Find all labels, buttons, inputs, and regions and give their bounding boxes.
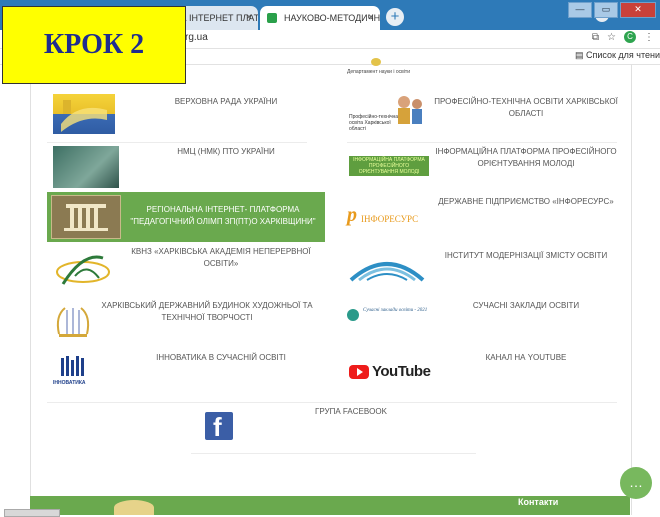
tab-nmc[interactable]: НАУКОВО-МЕТОДИЧНИЙ ЦЕН × xyxy=(260,6,380,30)
menu-icon[interactable]: ⋮ xyxy=(644,32,654,43)
modern-schools-logo-text: Сучасні заклади освіти - 2021 xyxy=(363,308,428,313)
url-text[interactable]: rg.ua xyxy=(185,32,208,43)
department-label: Департамент науки і освіти xyxy=(347,69,410,75)
status-bar-stub xyxy=(4,509,60,517)
pto-kharkiv-logo: Професійно-технічна освіта Харківської о… xyxy=(349,92,431,134)
modernization-institute-logo xyxy=(347,254,427,284)
link-title: РЕГІОНАЛЬНА ІНТЕРНЕТ- ПЛАТФОРМА "ПЕДАГОГ… xyxy=(130,205,316,226)
facebook-icon: f xyxy=(205,412,233,442)
link-art-house[interactable]: ХАРКІВСЬКИЙ ДЕРЖАВНИЙ БУДИНОК ХУДОЖНЬОЇ … xyxy=(31,294,331,346)
link-title: ІННОВАТИКА В СУЧАСНІЙ ОСВІТІ xyxy=(156,353,286,362)
link-title: ГРУПА FACEBOOK xyxy=(315,407,387,416)
link-modern-schools[interactable]: Сучасні заклади освіти - 2021 СУЧАСНІ ЗА… xyxy=(331,294,631,346)
department-emblem-icon xyxy=(371,58,381,66)
translate-icon[interactable]: ⧉ xyxy=(592,32,599,43)
link-title: КВНЗ «ХАРКІВСЬКА АКАДЕМІЯ НЕПЕРЕРВНОЇ ОС… xyxy=(131,247,311,268)
modern-schools-logo: Сучасні заклади освіти - 2021 xyxy=(345,304,435,330)
link-career-platform[interactable]: ІНФОРМАЦІЙНА ПЛАТФОРМА ПРОФЕСІЙНОГО ОРІЄ… xyxy=(331,142,631,192)
kharkiv-academy-logo xyxy=(53,248,119,288)
minimize-button[interactable]: — xyxy=(568,2,592,18)
chat-icon[interactable]: … xyxy=(620,467,652,499)
youtube-wordmark: YouTube xyxy=(372,363,431,380)
link-title: ХАРКІВСЬКИЙ ДЕРЖАВНИЙ БУДИНОК ХУДОЖНЬОЇ … xyxy=(101,301,313,322)
career-platform-logo-text: ІНФОРМАЦІЙНА ПЛАТФОРМА ПРОФЕСІЙНОГО ОРІЄ… xyxy=(353,157,425,175)
site-footer: Контакти xyxy=(30,496,630,515)
innovatyka-logo-text: ІННОВАТИКА xyxy=(53,380,86,386)
tab-label: НАУКОВО-МЕТОДИЧНИЙ ЦЕН xyxy=(284,13,380,23)
step-label: КРОК 2 xyxy=(2,6,186,84)
link-facebook[interactable]: f ГРУПА FACEBOOK xyxy=(191,402,491,452)
close-window-button[interactable]: ✕ xyxy=(620,2,656,18)
facebook-glyph: f xyxy=(213,412,222,442)
reading-list-label: Список для чтени xyxy=(585,50,660,60)
link-pedagogical-olympus[interactable]: РЕГІОНАЛЬНА ІНТЕРНЕТ- ПЛАТФОРМА "ПЕДАГОГ… xyxy=(47,192,325,242)
inforesurs-p-icon: p xyxy=(347,204,357,226)
star-icon[interactable]: ☆ xyxy=(607,32,616,43)
youtube-play-icon xyxy=(357,368,363,376)
link-youtube[interactable]: YouTube КАНАЛ НА YOUTUBE xyxy=(331,346,631,402)
reading-list-button[interactable]: ▤ Список для чтени xyxy=(575,50,660,61)
link-title: ІНСТИТУТ МОДЕРНІЗАЦІЇ ЗМІСТУ ОСВІТИ xyxy=(444,251,608,260)
link-title: КАНАЛ НА YOUTUBE xyxy=(485,353,567,362)
link-title: НМЦ (НМК) ПТО УКРАЇНИ xyxy=(177,147,275,156)
inforesurs-logo: p ІНФОРЕСУРС xyxy=(345,204,429,230)
link-title: ПРОФЕСІЙНО-ТЕХНІЧНА ОСВІТИ ХАРКІВСЬКОЇ О… xyxy=(434,97,618,118)
department-logo-partial[interactable]: Департамент науки і освіти xyxy=(331,58,631,86)
verkhovna-rada-logo xyxy=(53,94,115,134)
avatar[interactable]: C xyxy=(624,31,636,43)
window-controls: — ▭ ✕ xyxy=(568,2,656,18)
pto-kharkiv-logo-text: Професійно-технічна освіта Харківської о… xyxy=(349,114,399,132)
link-title: ДЕРЖАВНЕ ПІДПРИЄМСТВО «ІНФОРЕСУРС» xyxy=(438,197,614,206)
modern-schools-globe-icon xyxy=(347,309,359,321)
link-modernization-institute[interactable]: ІНСТИТУТ МОДЕРНІЗАЦІЇ ЗМІСТУ ОСВІТИ xyxy=(331,242,631,294)
link-innovatyka[interactable]: ІННОВАТИКА ІННОВАТИКА В СУЧАСНІЙ ОСВІТІ xyxy=(31,346,331,402)
link-pto-kharkiv[interactable]: Професійно-технічна освіта Харківської о… xyxy=(331,86,631,141)
pedagogical-olympus-logo xyxy=(51,195,121,239)
new-tab-button[interactable]: + xyxy=(386,8,404,26)
links-grid: Департамент науки і освіти ВЕРХОВНА РАДА… xyxy=(30,58,632,515)
tab-close-icon[interactable]: × xyxy=(246,6,252,30)
youtube-logo: YouTube xyxy=(349,362,431,386)
link-verkhovna-rada[interactable]: ВЕРХОВНА РАДА УКРАЇНИ xyxy=(31,86,331,141)
tab-close-icon[interactable]: × xyxy=(368,6,374,30)
reading-list-icon: ▤ xyxy=(574,50,586,60)
link-nmc-pto[interactable]: НМЦ (НМК) ПТО УКРАЇНИ xyxy=(31,142,331,192)
link-title: ІНФОРМАЦІЙНА ПЛАТФОРМА ПРОФЕСІЙНОГО ОРІЄ… xyxy=(435,147,617,168)
link-kharkiv-academy[interactable]: КВНЗ «ХАРКІВСЬКА АКАДЕМІЯ НЕПЕРЕРВНОЇ ОС… xyxy=(31,242,331,294)
divider xyxy=(191,453,476,454)
toolbar: ⧉ ☆ C ⋮ xyxy=(592,31,654,43)
contacts-heading[interactable]: Контакти xyxy=(518,497,558,507)
link-title: ВЕРХОВНА РАДА УКРАЇНИ xyxy=(174,97,278,106)
footer-emblem-icon xyxy=(114,500,154,515)
favicon-icon xyxy=(267,13,277,23)
art-house-logo xyxy=(51,304,95,340)
inforesurs-logo-text: ІНФОРЕСУРС xyxy=(361,214,419,224)
innovatyka-logo: ІННОВАТИКА xyxy=(53,354,97,394)
nmc-pto-logo xyxy=(53,146,119,188)
link-title: СУЧАСНІ ЗАКЛАДИ ОСВІТИ xyxy=(472,301,580,310)
link-inforesurs[interactable]: p ІНФОРЕСУРС ДЕРЖАВНЕ ПІДПРИЄМСТВО «ІНФО… xyxy=(331,192,631,242)
career-platform-logo: ІНФОРМАЦІЙНА ПЛАТФОРМА ПРОФЕСІЙНОГО ОРІЄ… xyxy=(349,156,429,176)
maximize-button[interactable]: ▭ xyxy=(594,2,618,18)
